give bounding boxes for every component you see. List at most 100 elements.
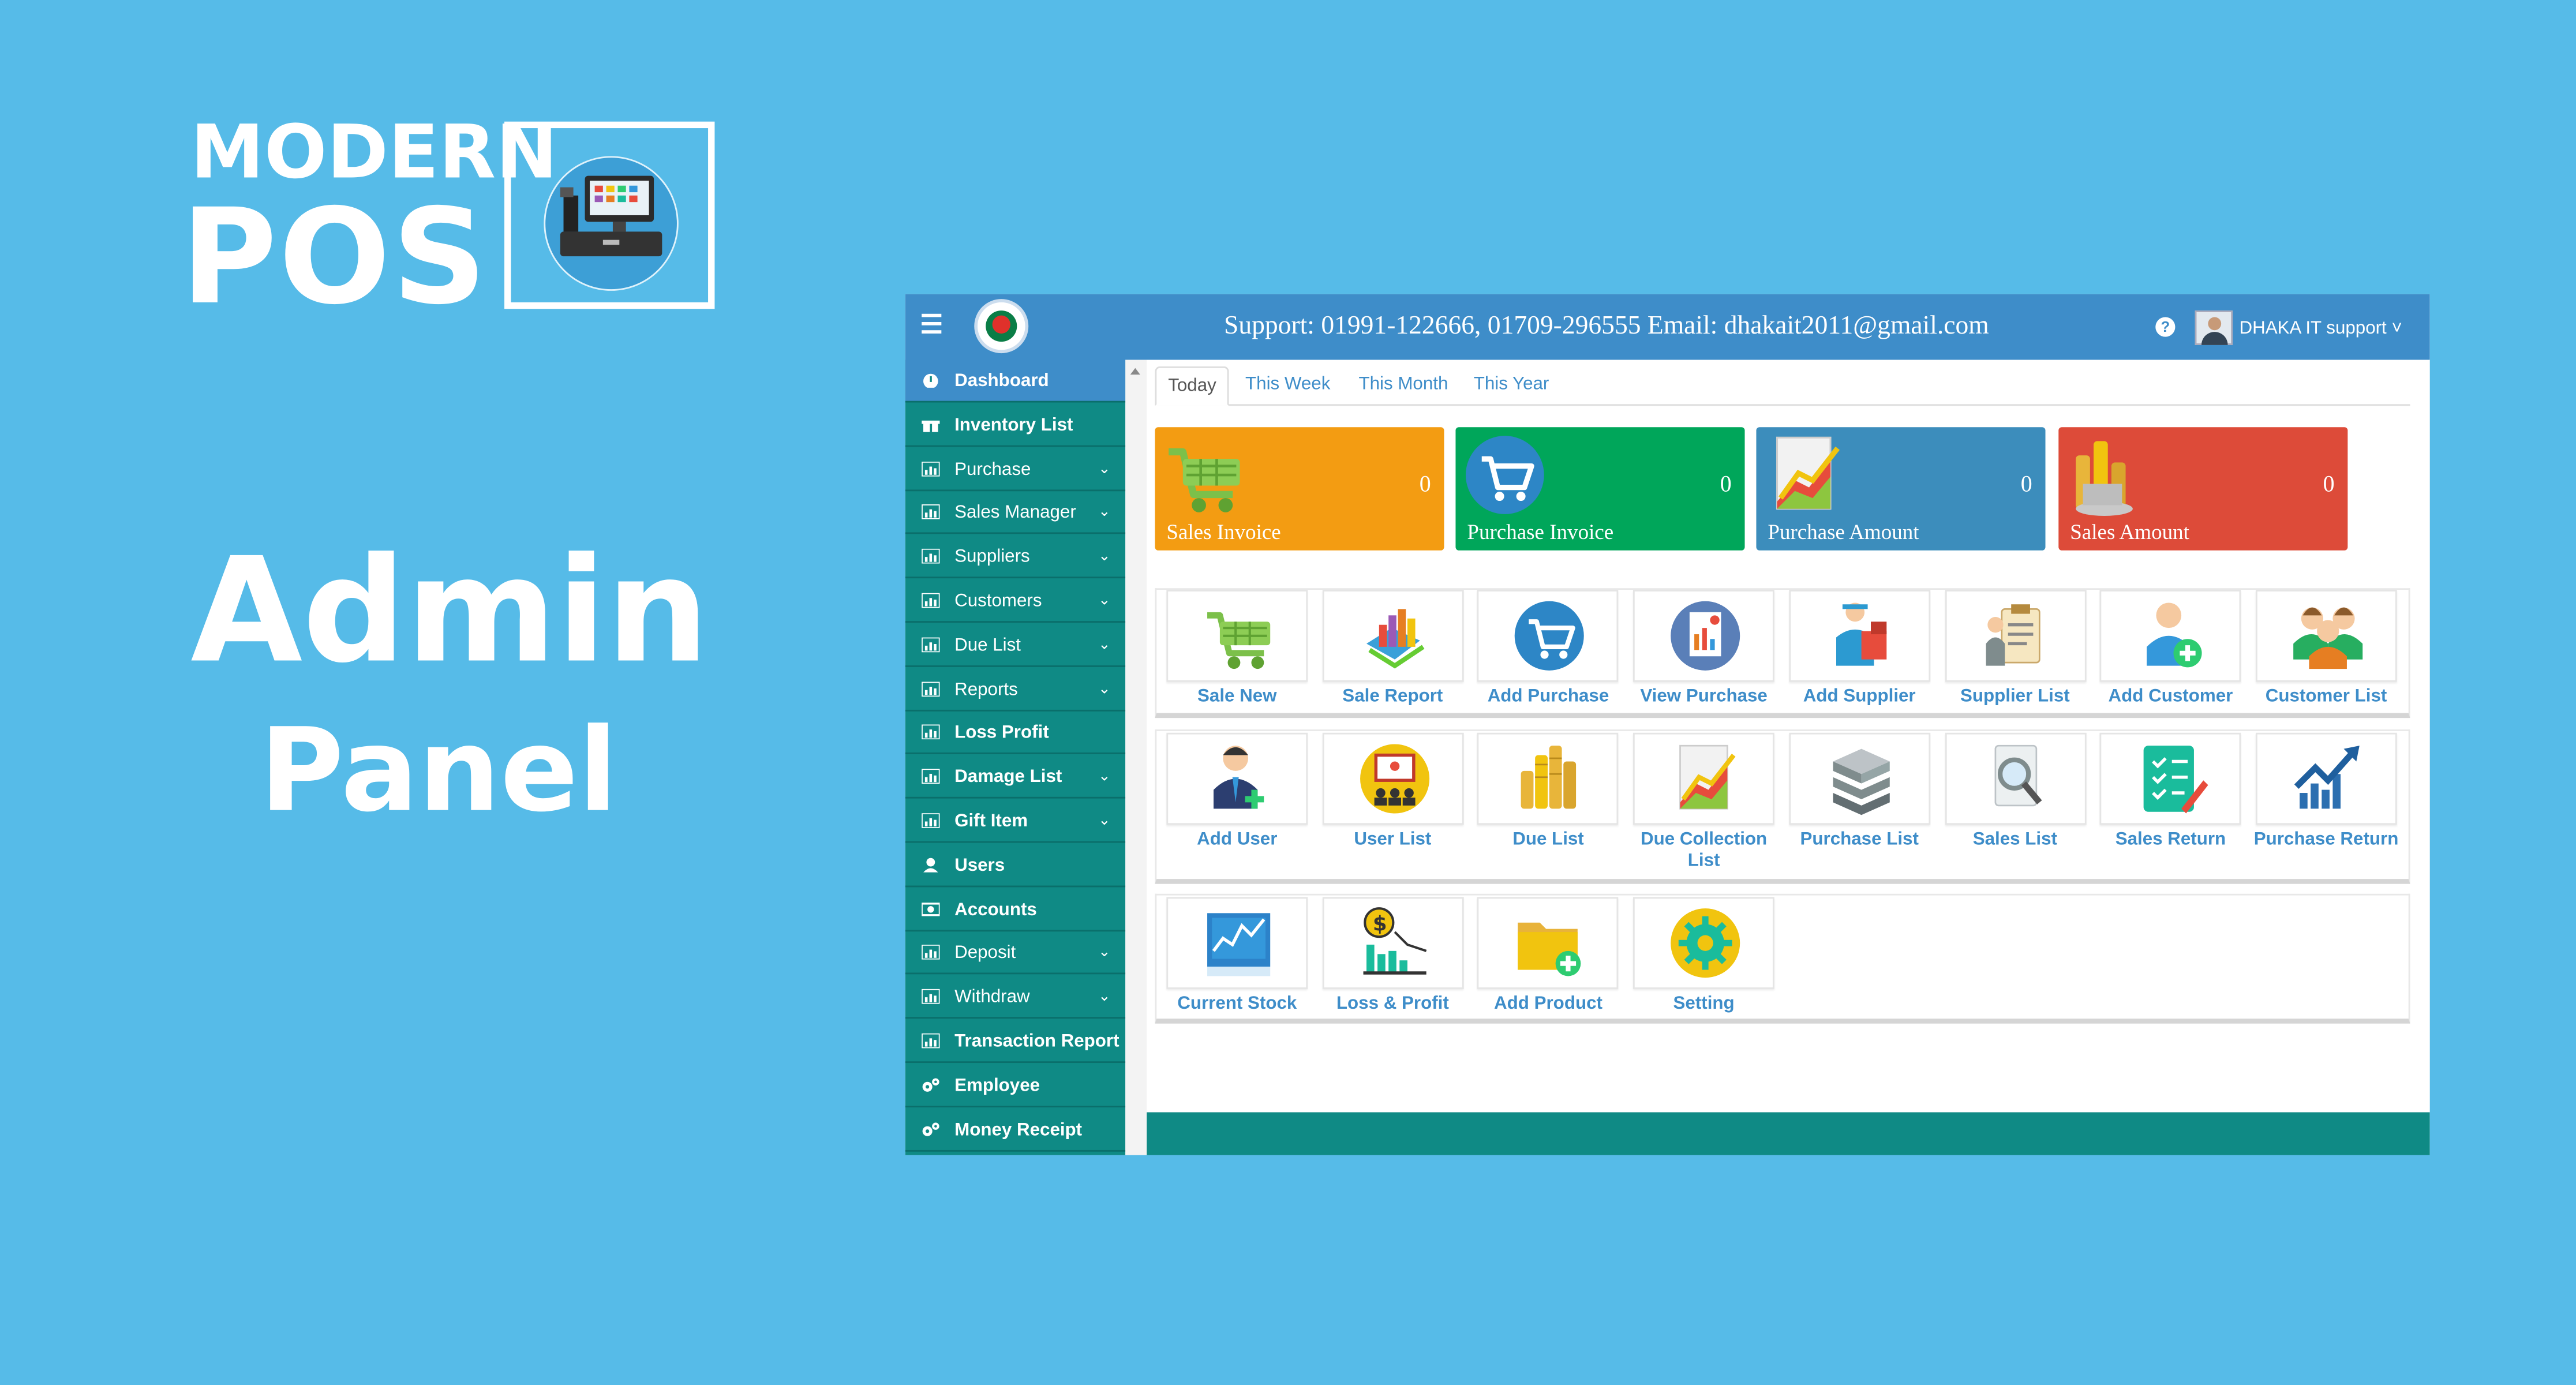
tab-this-month[interactable]: This Month <box>1347 366 1460 406</box>
sidebar-item-transaction-report[interactable]: Transaction Report <box>905 1020 1126 1064</box>
app-logo[interactable] <box>974 299 1029 354</box>
tile-icon-box[interactable] <box>1788 590 1930 682</box>
sidebar-item-label: Dashboard <box>954 371 1049 391</box>
user-avatar[interactable] <box>2195 310 2233 345</box>
tile-icon-box[interactable] <box>1166 590 1308 682</box>
menu-toggle-icon[interactable] <box>922 313 942 337</box>
sidebar-item-dashboard[interactable]: Dashboard <box>905 360 1126 403</box>
sidebar-item-suppliers[interactable]: Suppliers ⌄ <box>905 536 1126 579</box>
dollar-chart-icon: $ <box>1362 907 1426 975</box>
tab-this-year[interactable]: This Year <box>1462 366 1560 406</box>
sidebar-item-deposit[interactable]: Deposit ⌄ <box>905 932 1126 975</box>
bar-chart-icon <box>922 813 940 828</box>
stat-box-sales-invoice[interactable]: 0 Sales Invoice <box>1155 427 1444 551</box>
panel-title-panel: Panel <box>259 703 618 838</box>
tile-icon-box[interactable] <box>1166 732 1308 825</box>
tile-label[interactable]: Supplier List <box>1941 687 2089 708</box>
tile-icon-box[interactable] <box>1321 732 1463 825</box>
user-icon <box>923 858 938 873</box>
sidebar-item-due-list[interactable]: Due List ⌄ <box>905 624 1126 667</box>
tile-label[interactable]: Customer List <box>2252 687 2400 708</box>
sidebar-item-label: Loss Profit <box>954 723 1049 743</box>
tile-label[interactable]: Add Customer <box>2096 687 2244 708</box>
sidebar-item-withdraw[interactable]: Withdraw ⌄ <box>905 976 1126 1019</box>
bar-chart-icon <box>922 549 940 564</box>
tile-label[interactable]: Sales Return <box>2096 830 2244 851</box>
tile-label[interactable]: Add Supplier <box>1785 687 1933 708</box>
add-user-icon <box>1213 746 1264 809</box>
sidebar-item-damage-list[interactable]: Damage List ⌄ <box>905 756 1126 799</box>
stock-chart-icon <box>1207 913 1271 976</box>
sidebar-item-users[interactable]: Users <box>905 844 1126 887</box>
tile-icon-box[interactable] <box>1633 732 1775 825</box>
tile-label[interactable]: Loss & Profit <box>1319 994 1466 1015</box>
stat-value: 0 <box>2323 473 2335 498</box>
user-menu[interactable]: DHAKA IT support ˅ <box>2239 319 2402 338</box>
tile-label[interactable]: Add Purchase <box>1474 687 1622 708</box>
stat-value: 0 <box>1419 473 1431 498</box>
tile-icon-box[interactable] <box>1477 732 1619 825</box>
sidebar-item-purchase[interactable]: Purchase ⌄ <box>905 448 1126 491</box>
sidebar-item-reports[interactable]: Reports ⌄ <box>905 668 1126 711</box>
tile-label[interactable]: Current Stock <box>1163 994 1311 1015</box>
tile-label[interactable]: Sale Report <box>1319 687 1466 708</box>
tile-icon-box[interactable] <box>1321 590 1463 682</box>
tile-label[interactable]: User List <box>1319 830 1466 851</box>
sidebar-item-customers[interactable]: Customers ⌄ <box>905 580 1126 623</box>
stat-box-purchase-amount[interactable]: 0 Purchase Amount <box>1756 427 2046 551</box>
tile-label[interactable]: Due Collection List <box>1630 830 1777 873</box>
add-folder-icon <box>1518 922 1582 976</box>
tile-icon-box[interactable] <box>1788 732 1930 825</box>
tile-icon-box[interactable] <box>2099 590 2241 682</box>
sidebar-item-label: Reports <box>954 679 1018 699</box>
scroll-up-icon[interactable] <box>1130 368 1140 375</box>
tile-label[interactable]: Purchase List <box>1785 830 1933 851</box>
tile-icon-box[interactable] <box>1633 897 1775 989</box>
bar-chart-icon <box>922 461 940 476</box>
help-icon[interactable]: ? <box>2155 317 2176 337</box>
bar-chart-icon <box>922 769 940 784</box>
tile-label[interactable]: Sale New <box>1163 687 1311 708</box>
coin-stacks-icon <box>1521 746 1577 809</box>
tile-label[interactable]: Purchase Return <box>2252 830 2400 851</box>
chevron-down-icon: ⌄ <box>1098 679 1111 696</box>
bar-chart-icon <box>922 989 940 1005</box>
tile-icon-box[interactable] <box>1944 732 2086 825</box>
tile-icon-box[interactable] <box>1166 897 1308 989</box>
tile-label[interactable]: Add User <box>1163 830 1311 851</box>
bar-chart-icon <box>922 637 940 652</box>
tile-icon-box[interactable] <box>2255 732 2397 825</box>
tile-icon-box[interactable] <box>2099 732 2241 825</box>
sidebar-item-loss-profit[interactable]: Loss Profit <box>905 712 1126 755</box>
sidebar-item-gift-item[interactable]: Gift Item ⌄ <box>905 800 1126 843</box>
tile-label[interactable]: Setting <box>1630 994 1777 1015</box>
chevron-down-icon: ⌄ <box>1098 591 1111 608</box>
tile-label[interactable]: Sales List <box>1941 830 2089 851</box>
tile-icon-box[interactable] <box>1944 590 2086 682</box>
sidebar-item-accounts[interactable]: Accounts <box>905 888 1126 931</box>
sidebar-item-employee[interactable]: Employee <box>905 1064 1126 1107</box>
tile-icon-box[interactable]: $ <box>1321 897 1463 989</box>
tile-icon-box[interactable] <box>2255 590 2397 682</box>
sidebar-item-label: Due List <box>954 635 1021 656</box>
sidebar-item-money-receipt[interactable]: Money Receipt <box>905 1109 1126 1151</box>
tile-icon-box[interactable] <box>1477 590 1619 682</box>
sidebar-item-sales-manager[interactable]: Sales Manager ⌄ <box>905 492 1126 535</box>
stat-box-sales-amount[interactable]: 0 Sales Amount <box>2058 427 2348 551</box>
sidebar-scrollbar[interactable] <box>1125 360 1147 1155</box>
chevron-down-icon: ⌄ <box>1098 635 1111 652</box>
sidebar-item-label: Purchase <box>954 459 1031 480</box>
stat-title: Purchase Invoice <box>1467 519 1614 544</box>
tile-label[interactable]: Due List <box>1474 830 1622 851</box>
tile-icon-box[interactable] <box>1633 590 1775 682</box>
tile-icon-box[interactable] <box>1477 897 1619 989</box>
bar-report-icon <box>1366 609 1424 669</box>
tile-label[interactable]: View Purchase <box>1630 687 1777 708</box>
sidebar-item-inventory-list[interactable]: Inventory List <box>905 404 1126 447</box>
sidebar-item-label: Money Receipt <box>954 1120 1083 1140</box>
tab-this-week[interactable]: This Week <box>1234 366 1342 406</box>
gold-coins-icon <box>2076 441 2133 516</box>
stat-box-purchase-invoice[interactable]: 0 Purchase Invoice <box>1455 427 1745 551</box>
tile-label[interactable]: Add Product <box>1474 994 1622 1015</box>
tab-today[interactable]: Today <box>1155 366 1230 406</box>
